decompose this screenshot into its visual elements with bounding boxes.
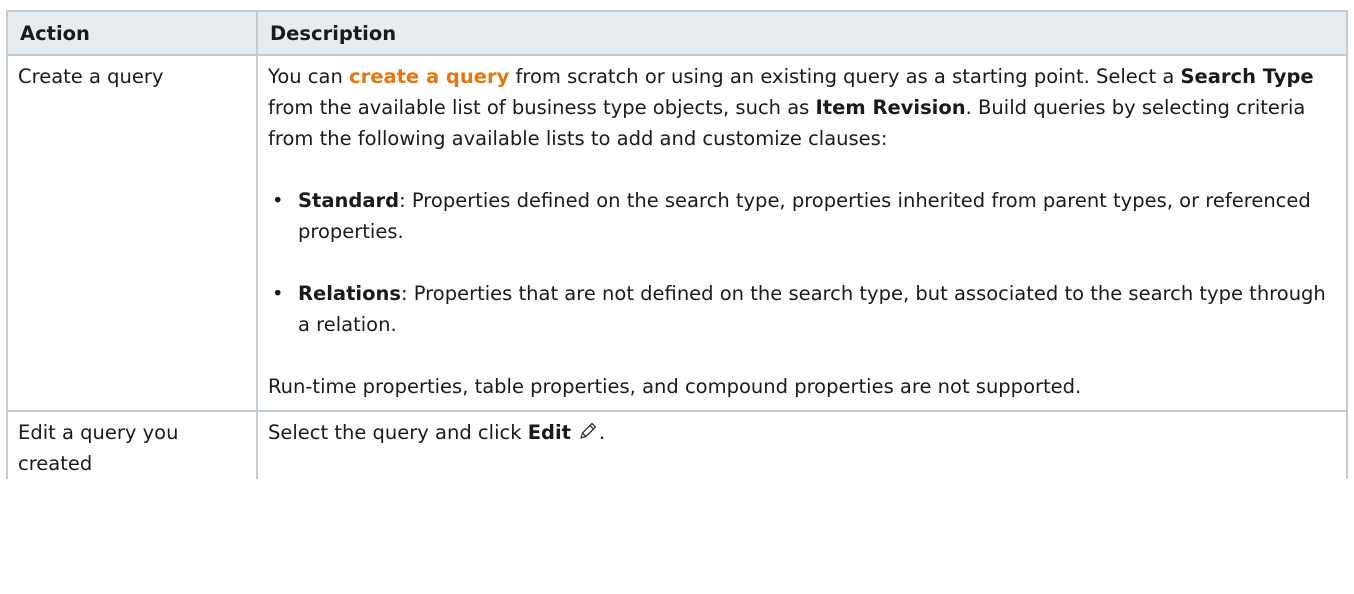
- header-description: Description: [256, 10, 1348, 56]
- relations-term: Relations: [298, 282, 401, 305]
- header-action: Action: [6, 10, 258, 56]
- intro-text-mid: from scratch or using an existing query …: [509, 65, 1181, 88]
- edit-term: Edit: [527, 421, 571, 444]
- intro-paragraph: You can create a query from scratch or u…: [268, 61, 1336, 154]
- table-header-row: Action Description: [6, 10, 1348, 56]
- edit-instruction-end: .: [599, 421, 606, 444]
- search-type-term: Search Type: [1180, 65, 1314, 88]
- description-cell: Select the query and click Edit.: [256, 410, 1348, 479]
- relations-description: : Properties that are not defined on the…: [298, 282, 1326, 336]
- description-cell: You can create a query from scratch or u…: [256, 54, 1348, 412]
- table-row: Edit a query you created Select the quer…: [6, 410, 1348, 479]
- list-item: Relations: Properties that are not defin…: [272, 278, 1336, 340]
- standard-description: : Properties defined on the search type,…: [298, 189, 1311, 243]
- table-row: Create a query You can create a query fr…: [6, 54, 1348, 412]
- support-note: Run-time properties, table properties, a…: [268, 375, 1082, 398]
- actions-table: Action Description Create a query You ca…: [6, 10, 1348, 479]
- edit-instruction: Select the query and click: [268, 421, 528, 444]
- action-cell: Edit a query you created: [6, 410, 258, 479]
- list-item: Standard: Properties defined on the sear…: [272, 185, 1336, 247]
- standard-term: Standard: [298, 189, 400, 212]
- intro-text-mid2: from the available list of business type…: [268, 96, 816, 119]
- action-cell: Create a query: [6, 54, 258, 412]
- create-query-link[interactable]: create a query: [349, 65, 509, 88]
- criteria-list: Standard: Properties defined on the sear…: [268, 185, 1336, 340]
- intro-text-start: You can: [268, 65, 350, 88]
- pencil-icon: [577, 420, 599, 442]
- item-revision-term: Item Revision: [815, 96, 966, 119]
